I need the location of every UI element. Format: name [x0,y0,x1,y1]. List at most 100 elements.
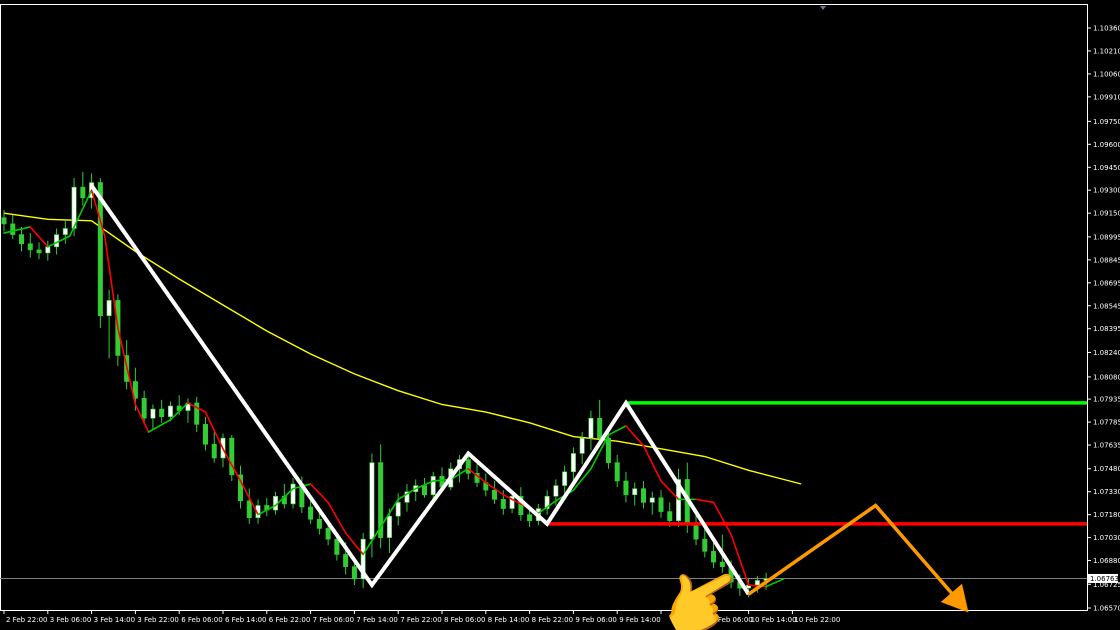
candle-body [106,300,112,317]
candle-body [395,502,401,517]
zigzag-line [89,184,751,596]
x-tick-label: 3 Feb 06:00 [50,616,91,624]
x-tick-label: 7 Feb 14:00 [356,616,397,624]
projection-arrow [747,503,969,613]
candle-body [605,437,611,463]
candle [588,410,594,451]
candle-body [702,538,708,552]
candle [404,484,410,512]
candle [264,497,270,517]
candle-body [588,417,594,439]
candle [570,447,576,481]
candle-body [141,398,147,419]
candle-body [623,480,629,496]
candle [492,480,498,504]
candle [36,242,42,260]
candle-body [369,462,375,540]
x-tick-label: 9 Feb 06:00 [575,616,616,624]
y-tick-label: 1.09910 [1093,93,1120,101]
fast-ma-segment [695,498,715,504]
candle-body [693,523,699,540]
candle-body [343,554,349,567]
y-tick-label: 1.06570 [1093,605,1120,613]
x-tick-label: 3 Feb 14:00 [94,616,135,624]
candle [194,396,200,433]
candle-body [614,462,620,482]
y-tick-label: 1.07785 [1093,419,1120,427]
x-tick-label: 3 Feb 22:00 [137,616,178,624]
candle-body [316,518,322,529]
x-tick-label: 9 Feb 14:00 [619,616,660,624]
candle [430,471,436,500]
candle-body [202,424,208,445]
chart-shift-marker [820,6,826,10]
y-tick-label: 1.09600 [1093,141,1120,149]
candle [202,416,208,451]
x-tick-label: 2 Feb 22:00 [6,616,47,624]
candle-body [27,243,33,251]
candle-body [19,234,25,245]
zigzag-pattern [89,184,751,596]
chart-svg: 1.10360 1.10210 1.10060 1.09910 1.09750 1.096… [0,4,1120,630]
candle [45,240,51,261]
candle [62,220,68,244]
fast-ma-segment [117,327,137,406]
y-tick-label: 1.08545 [1093,302,1120,310]
candle-body [640,488,646,503]
candle-body [421,485,427,496]
candle [185,398,191,423]
candle [150,404,156,429]
candle-body [334,538,340,555]
candle [211,432,217,463]
x-tick-label: 8 Feb 22:00 [532,616,573,624]
pointer: 👉 [644,546,759,630]
candle-body [754,580,760,586]
y-tick-label: 1.09300 [1093,187,1120,195]
candle-body [10,223,16,235]
y-tick-label: 1.08395 [1093,325,1120,333]
candle [623,471,629,503]
candle-body [597,417,603,439]
y-tick-label: 1.07030 [1093,534,1120,542]
y-tick-label: 1.10060 [1093,70,1120,78]
candle-body [80,186,86,199]
candle [640,480,646,509]
x-tick-label: 6 Feb 22:00 [269,616,310,624]
price-axis: 1.10360 1.10210 1.10060 1.09910 1.09750 1.096… [1087,25,1120,613]
candle-body [62,228,68,235]
candle [693,514,699,546]
current-price-label: 1.06763 [1090,575,1119,583]
y-tick-label: 1.09750 [1093,118,1120,126]
candle-body [36,249,42,254]
candle [649,491,655,515]
candle [421,477,427,498]
candle [80,171,86,206]
fast-ma-segment [147,418,172,433]
candle-body [54,234,60,248]
y-tick-label: 1.07180 [1093,511,1120,519]
candle-body [632,488,638,496]
candle-body [159,408,165,418]
y-tick-label: 1.10360 [1093,25,1120,33]
x-tick-label: 8 Feb 14:00 [488,616,529,624]
candle [632,482,638,506]
candle-body [351,566,357,580]
y-tick-label: 1.07330 [1093,488,1120,496]
candle-body [658,497,664,512]
candle-body [167,405,173,418]
candle [19,226,25,252]
projection-line [747,503,965,608]
y-tick-label: 1.07480 [1093,465,1120,473]
y-tick-label: 1.08995 [1093,233,1120,241]
candle [360,533,366,589]
candle-body [562,471,568,486]
y-tick-label: 1.07635 [1093,442,1120,450]
y-tick-label: 1.06880 [1093,557,1120,565]
fast-ma-segment [3,226,32,234]
candle-body [465,459,471,474]
y-tick-label: 1.08080 [1093,373,1120,381]
candle-body [246,500,252,519]
candle [106,289,112,359]
candle [483,473,489,497]
candles [1,171,769,598]
